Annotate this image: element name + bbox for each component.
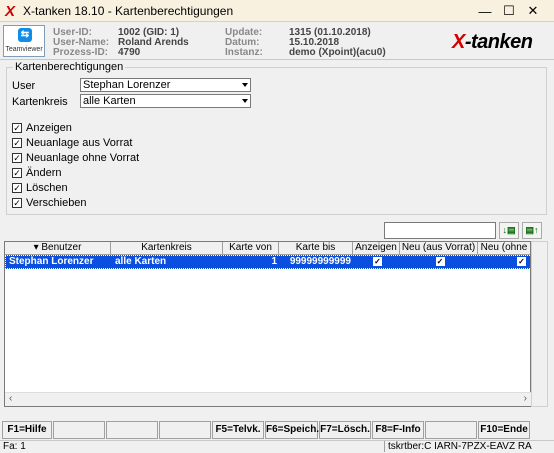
checkbox-label: Anzeigen [26,122,72,134]
checkbox-loeschen[interactable]: ✓ Löschen [12,182,68,194]
status-bar: Fa: 1 tskrtber:C IARN-7PZX-EAVZ RA [0,440,554,453]
f1-help-button[interactable]: F1=Hilfe [2,421,52,439]
f2-button[interactable] [53,421,105,439]
f6-save-button[interactable]: F6=Speich. [265,421,319,439]
cell-checkbox[interactable]: ✓ [517,256,526,266]
checkbox-label: Neuanlage aus Vorrat [26,137,133,149]
f10-exit-button[interactable]: F10=Ende [478,421,530,439]
instanz-value: demo (Xpoint)(acu0) [289,47,386,58]
title-bar: X X-tanken 18.10 - Kartenberechtigungen … [0,0,554,22]
status-firm: Fa: 1 [3,441,26,452]
checkbox-label: Löschen [26,182,68,194]
cell-neu-aus-vorrat[interactable]: ✓ [401,256,479,268]
table-row[interactable]: Stephan Lorenzer alle Karten 1 999999999… [5,255,530,269]
column-header-anzeigen[interactable]: Anzeigen [353,242,400,255]
info-header: ⇆ Teamviewer User-ID: 1002 (GID: 1) User… [0,22,554,60]
checkbox-label: Ändern [26,167,62,179]
checkbox-aendern[interactable]: ✓ Ändern [12,167,61,179]
column-header-neu-ohne[interactable]: Neu (ohne [478,242,530,255]
column-header-kartenkreis[interactable]: Kartenkreis [111,242,223,255]
cell-checkbox[interactable]: ✓ [435,256,445,266]
column-header-benutzer[interactable]: ▾ Benutzer [5,242,111,255]
cell-anzeigen[interactable]: ✓ [354,256,401,268]
search-up-icon: ▤↑ [525,225,539,235]
f4-button[interactable] [159,421,211,439]
checkbox-neuanlage-ohne-vorrat[interactable]: ✓ Neuanlage ohne Vorrat [12,152,139,164]
app-logo-icon: X [5,3,16,20]
search-down-button[interactable]: ↓▤ [499,222,519,239]
checkbox-label: Verschieben [26,197,87,209]
checkbox-box[interactable]: ✓ [12,198,22,208]
teamviewer-button[interactable]: ⇆ Teamviewer [3,25,45,57]
vertical-scrollbar[interactable] [531,241,548,407]
window-title: X-tanken 18.10 - Kartenberechtigungen [23,4,234,18]
user-combobox[interactable]: Stephan Lorenzer [80,78,251,92]
brand-logo: X-tanken [452,31,533,54]
instanz-label: Instanz: [225,47,263,58]
chevron-down-icon [242,99,248,103]
brand-x: X [452,31,465,53]
search-input[interactable] [384,222,496,239]
checkbox-label: Neuanlage ohne Vorrat [26,152,140,164]
column-header-karte-von[interactable]: Karte von [223,242,279,255]
checkbox-anzeigen[interactable]: ✓ Anzeigen [12,122,72,134]
column-header-karte-bis[interactable]: Karte bis [279,242,353,255]
search-up-button[interactable]: ▤↑ [522,222,542,239]
f3-button[interactable] [106,421,158,439]
cell-neu-ohne[interactable]: ✓ [479,256,529,268]
cell-checkbox[interactable]: ✓ [373,256,382,266]
cell-benutzer: Stephan Lorenzer [9,256,94,267]
table-header: ▾ Benutzer Kartenkreis Karte von Karte b… [5,242,530,255]
kartenkreis-label: Kartenkreis [12,96,68,108]
column-header-neu-aus-vorrat[interactable]: Neu (aus Vorrat) [400,242,478,255]
permissions-table: ▾ Benutzer Kartenkreis Karte von Karte b… [4,241,531,407]
function-key-bar: F1=Hilfe F5=Telvk. F6=Speich. F7=Lösch. … [0,421,554,439]
user-combobox-value: Stephan Lorenzer [83,79,171,91]
user-label: User [12,80,36,92]
kartenkreis-combobox-value: alle Karten [83,95,136,107]
checkbox-box[interactable]: ✓ [12,153,22,163]
chevron-down-icon [242,83,248,87]
checkbox-neuanlage-aus-vorrat[interactable]: ✓ Neuanlage aus Vorrat [12,137,132,149]
checkbox-box[interactable]: ✓ [12,123,22,133]
checkbox-box[interactable]: ✓ [12,138,22,148]
cell-karte-bis: 99999999999 [289,256,351,267]
cell-kartenkreis: alle Karten [115,256,167,267]
teamviewer-label: Teamviewer [5,46,43,53]
process-value: 4790 [118,47,141,58]
group-legend: Kartenberechtigungen [13,61,126,73]
process-label: Prozess-ID: [53,47,109,58]
horizontal-scrollbar[interactable]: ‹ › [5,392,531,406]
teamviewer-icon: ⇆ [18,28,32,42]
scroll-right-icon[interactable]: › [524,393,527,404]
f9-button[interactable] [425,421,477,439]
search-down-icon: ↓▤ [502,225,516,235]
checkbox-box[interactable]: ✓ [12,168,22,178]
brand-text: -tanken [464,31,533,53]
checkbox-box[interactable]: ✓ [12,183,22,193]
close-button[interactable]: ✕ [510,0,554,22]
scroll-left-icon[interactable]: ‹ [9,393,12,404]
close-icon: ✕ [527,3,539,18]
f8-info-button[interactable]: F8=F-Info [372,421,424,439]
f7-delete-button[interactable]: F7=Lösch. [319,421,371,439]
kartenkreis-combobox[interactable]: alle Karten [80,94,251,108]
cell-karte-von: 1 [271,256,277,267]
column-header-label: Benutzer [41,242,82,253]
status-license: tskrtber:C IARN-7PZX-EAVZ RA [384,441,540,452]
checkbox-verschieben[interactable]: ✓ Verschieben [12,197,87,209]
f5-telvk-button[interactable]: F5=Telvk. [212,421,264,439]
